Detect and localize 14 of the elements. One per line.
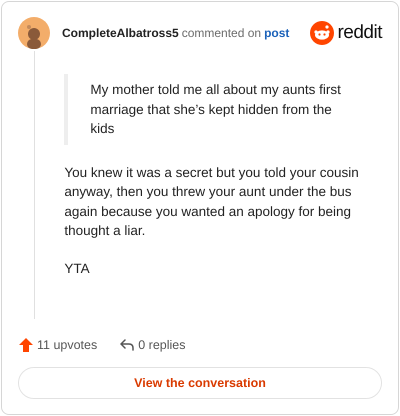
action-text: commented on [182, 26, 262, 40]
quoted-text: My mother told me all about my aunts first marriage that she’s kept hidden from the kids [64, 74, 382, 144]
reply-count: 0 replies [138, 338, 186, 352]
comment-text: YTA [64, 260, 91, 278]
post-link[interactable]: post [264, 26, 290, 40]
username[interactable]: CompleteAlbatross5 [62, 26, 179, 40]
alien-logo-icon [310, 21, 334, 45]
view-conversation-button[interactable]: View the conversation [18, 367, 382, 399]
upvote-icon[interactable] [18, 337, 34, 353]
brand-name: reddit [337, 22, 382, 44]
reply-icon[interactable] [119, 337, 136, 353]
avatar-icon [18, 17, 50, 49]
upvote-count: 11 upvotes [37, 338, 98, 352]
comment-text: You knew it was a secret but you told your cousin anyway, then you threw your aunt under the bus again because you wanted an apology for being thought a liar. [64, 164, 360, 240]
